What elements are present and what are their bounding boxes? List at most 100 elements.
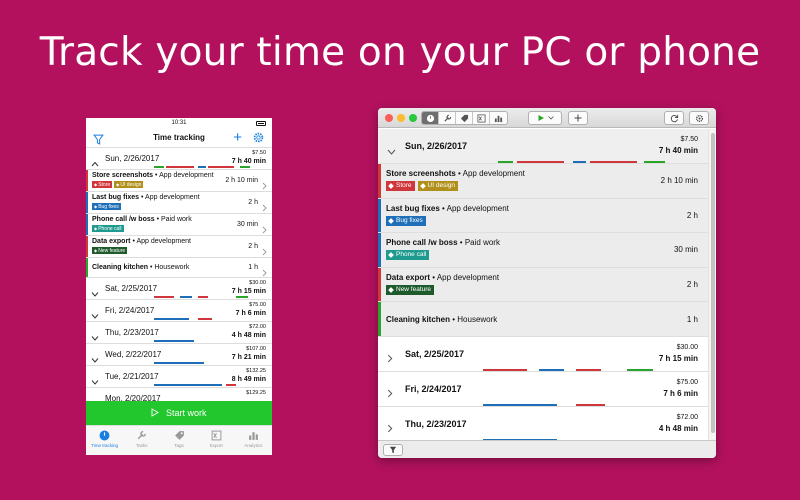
tag-badge: ◆ Bug fixes: [92, 203, 121, 210]
entry-title: Phone call /w boss • Paid work: [386, 238, 500, 247]
chevron-down-icon: [387, 142, 396, 160]
day-earnings: $75.00: [676, 379, 698, 386]
tab-tags[interactable]: Tags: [160, 426, 197, 455]
day-duration: 7 h 15 min: [231, 288, 266, 295]
wrench-icon: [137, 430, 147, 440]
entry-row[interactable]: Last bug fixes • App development ◆ Bug fi…: [86, 192, 272, 214]
tag-badge: Store: [386, 181, 415, 191]
entry-project: App development: [145, 194, 200, 201]
timeline-segment: [538, 369, 565, 371]
minimize-window-button[interactable]: [397, 114, 405, 122]
tab-label: Export: [209, 443, 223, 448]
entry-row[interactable]: Cleaning kitchen • Housework 1 h: [378, 302, 708, 337]
entry-tags: ◆ Bug fixes: [92, 203, 121, 210]
entry-duration: 1 h: [248, 264, 258, 271]
day-row[interactable]: Thu, 2/23/2017 $72.00 4 h 48 min: [378, 407, 708, 440]
chevron-down-icon: [547, 116, 554, 120]
timeline-segment: [236, 296, 248, 298]
day-date: Sun, 2/26/2017: [405, 141, 468, 151]
day-earnings: $7.50: [680, 136, 698, 143]
day-row[interactable]: Thu, 2/23/2017 $72.00 4 h 48 min: [86, 322, 272, 344]
day-row-expanded[interactable]: Sun, 2/26/2017 $7.50 7 h 40 min: [86, 148, 272, 170]
day-duration: 7 h 21 min: [231, 354, 266, 361]
tab-analytics[interactable]: Analytics: [235, 426, 272, 455]
tasks-view-button[interactable]: [439, 112, 456, 124]
entry-separator: •: [457, 238, 465, 247]
timeline-segment: [154, 340, 194, 342]
timeline-segment: [575, 369, 602, 371]
scrollbar[interactable]: [708, 129, 716, 440]
entry-row[interactable]: Phone call /w boss • Paid work ◆ Phone ca…: [86, 214, 272, 236]
scrollbar-thumb[interactable]: [711, 133, 715, 433]
entry-project: Paid work: [464, 238, 500, 247]
chevron-right-icon: [387, 385, 393, 403]
zoom-window-button[interactable]: [409, 114, 417, 122]
tag-label: Bug fixes: [98, 204, 119, 210]
entry-project: App development: [436, 272, 500, 282]
entry-project: App development: [136, 238, 191, 245]
entry-row[interactable]: Phone call /w boss • Paid work Phone call…: [378, 233, 708, 268]
day-earnings: $30.00: [249, 280, 266, 286]
export-view-button[interactable]: [473, 112, 490, 124]
play-icon: [538, 115, 544, 121]
filter-button[interactable]: [383, 444, 403, 456]
day-date: Thu, 2/23/2017: [105, 328, 159, 337]
analytics-view-button[interactable]: [490, 112, 507, 124]
entry-color-stripe: [378, 302, 381, 336]
day-duration: 7 h 40 min: [231, 158, 266, 165]
day-row-expanded[interactable]: Sun, 2/26/2017 $7.50 7 h 40 min: [378, 129, 708, 164]
gear-icon[interactable]: [252, 131, 265, 149]
tab-export[interactable]: Export: [198, 426, 235, 455]
day-earnings: $129.25: [246, 390, 266, 396]
day-duration: 4 h 48 min: [658, 424, 698, 433]
day-row[interactable]: Wed, 2/22/2017 $107.00 7 h 21 min: [86, 344, 272, 366]
add-entry-button[interactable]: [568, 111, 588, 125]
refresh-button[interactable]: [664, 111, 684, 125]
mac-window: Sun, 2/26/2017 $7.50 7 h 40 min Store sc…: [378, 108, 716, 458]
start-timer-button[interactable]: [528, 111, 562, 125]
add-entry-button[interactable]: +: [233, 129, 242, 146]
tab-label: Tasks: [136, 443, 148, 448]
start-work-button[interactable]: Start work: [86, 401, 272, 425]
start-work-label: Start work: [166, 408, 207, 418]
entry-row[interactable]: Data export • App development New feature…: [378, 267, 708, 302]
entry-duration: 30 min: [673, 245, 698, 255]
entry-row[interactable]: Store screenshots • App development Store…: [378, 164, 708, 199]
entry-separator: •: [430, 272, 437, 282]
tag-badge: ◆ Phone call: [92, 225, 124, 232]
tab-time-tracking[interactable]: Time tracking: [86, 426, 123, 455]
entry-tags: ◆ Phone call: [92, 225, 124, 232]
day-duration: 4 h 48 min: [231, 332, 266, 339]
day-row[interactable]: Tue, 2/21/2017 $132.25 8 h 49 min: [86, 366, 272, 388]
entry-row[interactable]: Last bug fixes • App development Bug fixe…: [378, 198, 708, 233]
entry-row[interactable]: Store screenshots • App development ◆ Sto…: [86, 170, 272, 192]
tags-icon: [460, 114, 468, 122]
day-row[interactable]: Sat, 2/25/2017 $30.00 7 h 15 min: [378, 337, 708, 372]
close-window-button[interactable]: [385, 114, 393, 122]
tag-badge: ◆ New feature: [92, 247, 128, 254]
time-tracking-view-button[interactable]: [422, 112, 439, 124]
gear-icon: [695, 114, 703, 122]
day-date: Fri, 2/24/2017: [105, 306, 155, 315]
entry-row[interactable]: Data export • App development ◆ New featu…: [86, 236, 272, 258]
nav-bar: Time tracking +: [86, 128, 272, 148]
clock-icon: [99, 430, 110, 441]
tab-tasks[interactable]: Tasks: [123, 426, 160, 455]
tags-view-button[interactable]: [456, 112, 473, 124]
day-row[interactable]: Fri, 2/24/2017 $75.00 7 h 6 min: [86, 300, 272, 322]
entry-project: App development: [462, 169, 525, 178]
tags-icon: [174, 431, 184, 440]
tab-label: Tags: [174, 443, 184, 448]
entry-duration: 2 h 10 min: [660, 176, 698, 186]
timeline-segment: [154, 318, 189, 320]
day-timeline: [154, 340, 254, 342]
entry-title: Last bug fixes • App development: [92, 194, 200, 201]
day-row[interactable]: Fri, 2/24/2017 $75.00 7 h 6 min: [378, 372, 708, 407]
entry-tags: ◆ Store ◆ UI design: [92, 181, 144, 188]
tag-label: New feature: [98, 248, 126, 254]
entry-row[interactable]: Cleaning kitchen • Housework 1 h: [86, 258, 272, 278]
day-row[interactable]: Sat, 2/25/2017 $30.00 7 h 15 min: [86, 278, 272, 300]
day-duration: 7 h 15 min: [658, 354, 698, 363]
entry-title: Cleaning kitchen • Housework: [386, 315, 497, 324]
settings-button[interactable]: [689, 111, 709, 125]
